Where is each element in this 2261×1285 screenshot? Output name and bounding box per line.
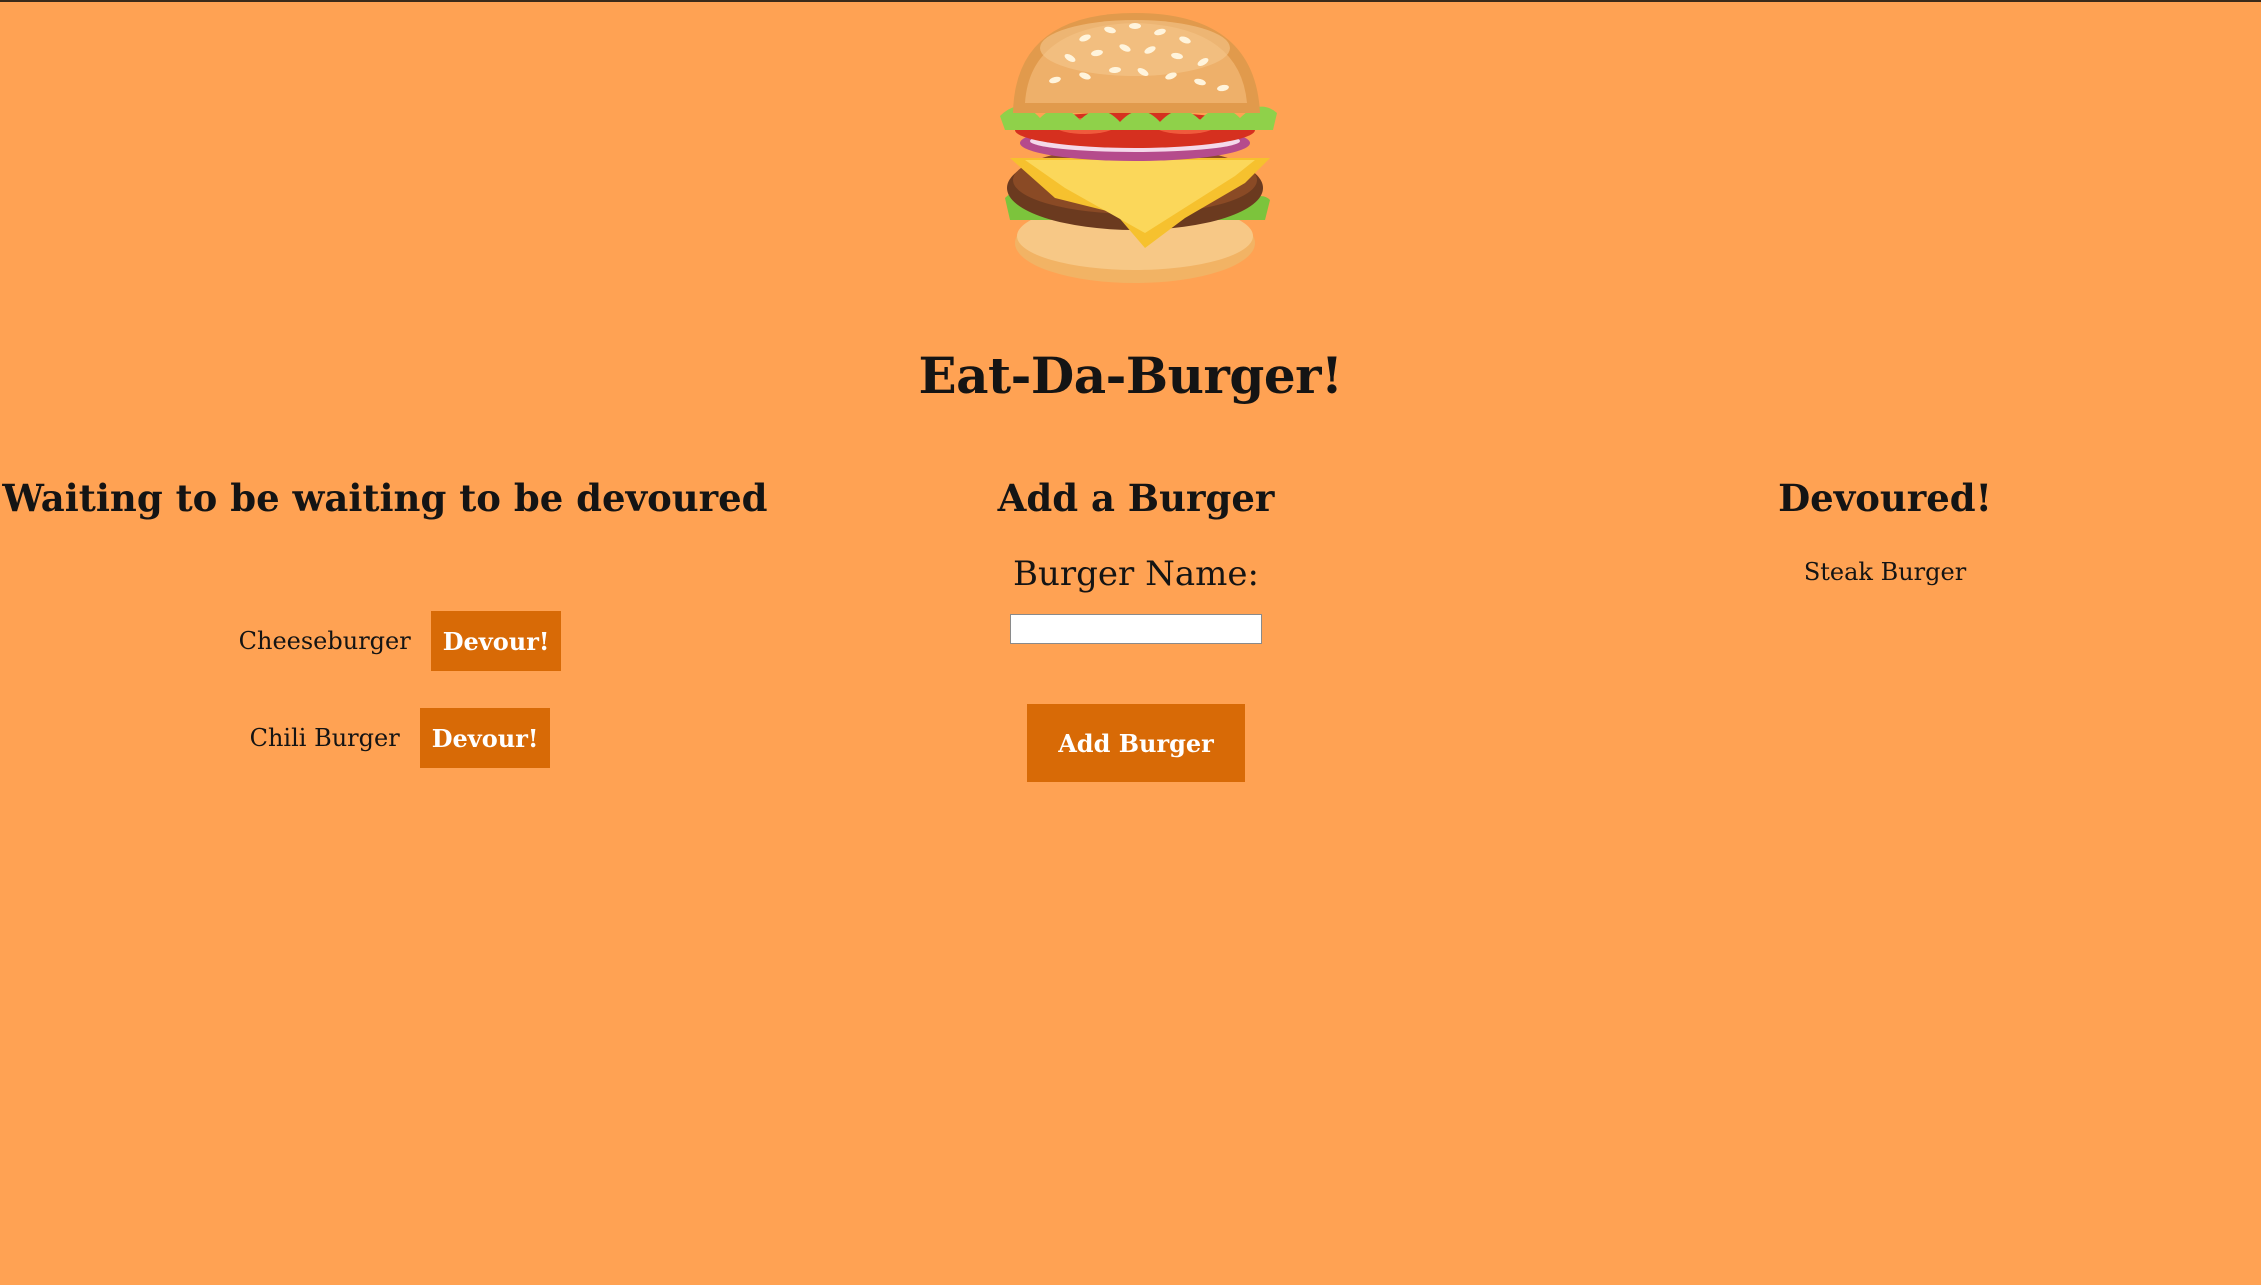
devoured-column: Devoured! Steak Burger bbox=[1640, 472, 2130, 590]
list-item: Cheeseburger Devour! bbox=[30, 610, 770, 672]
waiting-list: Cheeseburger Devour! Chili Burger Devour… bbox=[0, 610, 770, 769]
burger-icon bbox=[985, 8, 1295, 288]
burger-name: Cheeseburger bbox=[238, 627, 411, 655]
add-burger-heading: Add a Burger bbox=[997, 476, 1275, 520]
devoured-heading: Devoured! bbox=[1778, 476, 1992, 520]
devour-button[interactable]: Devour! bbox=[430, 611, 562, 671]
burger-name-input[interactable] bbox=[1010, 614, 1262, 644]
devour-button[interactable]: Devour! bbox=[419, 708, 551, 768]
list-item: Steak Burger bbox=[1803, 558, 1967, 586]
burger-name: Chili Burger bbox=[249, 724, 400, 752]
list-item: Chili Burger Devour! bbox=[30, 707, 770, 769]
burger-name-label: Burger Name: bbox=[1013, 554, 1259, 594]
top-border bbox=[0, 0, 2261, 2]
devoured-list: Steak Burger bbox=[1640, 554, 2130, 590]
waiting-column: Waiting to be waiting to be devoured Che… bbox=[0, 472, 770, 804]
page-title: Eat-Da-Burger! bbox=[918, 346, 1343, 405]
waiting-heading: Waiting to be waiting to be devoured bbox=[2, 476, 768, 520]
add-burger-button[interactable]: Add Burger bbox=[1027, 704, 1245, 782]
add-burger-column: Add a Burger Burger Name: Add Burger bbox=[880, 472, 1392, 782]
